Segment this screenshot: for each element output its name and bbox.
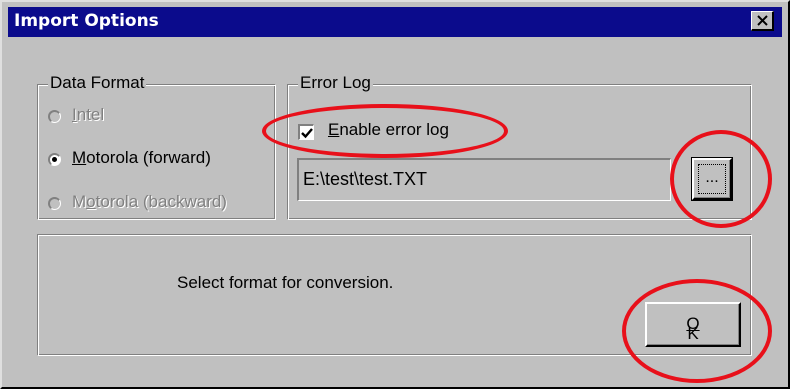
browse-button[interactable]: ... [691, 157, 733, 201]
ok-button-label: OK [686, 314, 700, 343]
enable-error-log-label[interactable]: Enable error log [328, 120, 449, 140]
title-bar[interactable]: Import Options [8, 7, 782, 37]
radio-intel-label: Intel [72, 105, 105, 124]
close-button[interactable] [751, 11, 774, 31]
radio-motorola-forward-label: Motorola (forward) [72, 148, 211, 167]
status-message: Select format for conversion. [177, 273, 394, 292]
radio-button[interactable] [48, 153, 61, 166]
error-log-path-value: E:\test\test.TXT [303, 169, 428, 189]
radio-selected-dot [52, 157, 57, 162]
radio-motorola-backward-label: Motorola (backward) [72, 192, 227, 211]
error-log-legend: Error Log [298, 73, 373, 93]
radio-button[interactable] [48, 110, 61, 123]
error-log-path-field[interactable]: E:\test\test.TXT [297, 158, 671, 201]
window-title: Import Options [14, 11, 159, 31]
data-format-legend: Data Format [48, 73, 147, 93]
radio-button[interactable] [48, 197, 61, 210]
ok-button[interactable]: OK [645, 302, 741, 347]
import-options-dialog: Import Options Data Format Intel Motorol… [0, 0, 790, 389]
close-icon [757, 15, 768, 26]
browse-button-label: ... [705, 169, 719, 186]
enable-error-log-checkbox[interactable] [298, 124, 314, 140]
check-icon [301, 128, 313, 139]
